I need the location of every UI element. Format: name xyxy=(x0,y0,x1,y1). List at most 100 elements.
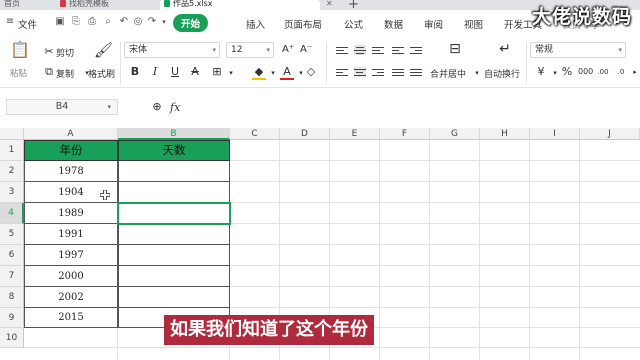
zoom-lookup-icon[interactable]: ⊕ xyxy=(150,101,164,113)
hamburger-icon[interactable]: ≡ xyxy=(4,16,16,28)
year-cell[interactable]: 2015 xyxy=(24,308,118,328)
year-cell[interactable]: 1997 xyxy=(24,245,118,266)
column-header[interactable]: B xyxy=(118,128,230,140)
bold-icon[interactable]: B xyxy=(128,66,142,78)
cell-B1-header-days[interactable]: 天数 xyxy=(118,140,230,161)
select-all-corner[interactable] xyxy=(0,128,24,140)
redo-icon[interactable]: ↷ xyxy=(146,16,158,28)
row-header[interactable]: 6 xyxy=(0,245,24,266)
column-header[interactable]: F xyxy=(380,128,430,140)
indent-increase-icon[interactable] xyxy=(410,45,423,55)
currency-icon[interactable]: ¥ xyxy=(534,66,548,78)
export-icon[interactable]: ⎘ xyxy=(70,16,82,28)
menu-file[interactable]: 文件 xyxy=(18,17,37,31)
borders-icon[interactable]: ⊞ xyxy=(210,66,224,78)
row-header[interactable]: 10 xyxy=(0,328,24,348)
align-middle-icon[interactable] xyxy=(354,45,366,55)
decrease-font-icon[interactable]: A⁻ xyxy=(298,44,314,56)
distributed-icon[interactable] xyxy=(410,67,422,77)
preview-icon[interactable]: ⌕ xyxy=(102,16,114,28)
font-size-select[interactable]: 12 ▾ xyxy=(226,42,274,58)
table-cell[interactable] xyxy=(118,266,230,287)
year-cell[interactable]: 1989 xyxy=(24,203,118,224)
tab-workbook[interactable]: 作品5.xlsx xyxy=(160,0,320,10)
format-painter-button[interactable]: 格式刷 xyxy=(88,67,115,80)
row-header[interactable]: 4 xyxy=(0,203,24,224)
table-cell[interactable] xyxy=(118,245,230,266)
fill-color-icon[interactable]: ◆ xyxy=(252,66,266,80)
decrease-decimal-icon[interactable]: .0 xyxy=(614,66,628,78)
formula-input[interactable] xyxy=(190,98,634,116)
format-painter-icon[interactable]: 🖌 xyxy=(94,43,113,58)
undo-icon[interactable]: ↶ xyxy=(118,16,130,28)
underline-icon[interactable]: U xyxy=(168,66,182,78)
column-header[interactable]: H xyxy=(480,128,530,140)
tab-home[interactable]: 首页 xyxy=(0,0,52,10)
merge-center-button[interactable]: 合并居中 xyxy=(430,67,466,80)
indent-decrease-icon[interactable] xyxy=(392,45,404,55)
name-box[interactable]: B4 ▾ xyxy=(6,99,118,115)
year-cell[interactable]: 2000 xyxy=(24,266,118,287)
column-header[interactable]: C xyxy=(230,128,280,140)
menu-view[interactable]: 视图 xyxy=(464,17,483,31)
column-header[interactable]: D xyxy=(280,128,330,140)
column-header[interactable]: J xyxy=(580,128,640,140)
paste-icon[interactable]: 📋 xyxy=(10,42,30,58)
year-cell[interactable]: 1978 xyxy=(24,161,118,182)
font-color-icon[interactable]: A xyxy=(280,66,294,80)
camera-icon[interactable]: ◎ xyxy=(132,16,144,28)
year-cell[interactable]: 2002 xyxy=(24,287,118,308)
thousands-icon[interactable]: 000 xyxy=(578,66,593,78)
menu-insert[interactable]: 插入 xyxy=(246,17,265,31)
align-bottom-icon[interactable] xyxy=(372,45,384,55)
year-cell[interactable]: 1991 xyxy=(24,224,118,245)
align-center-icon[interactable] xyxy=(354,67,366,77)
close-tab-icon[interactable]: ✕ xyxy=(326,0,333,8)
align-right-icon[interactable] xyxy=(372,67,385,77)
row-header[interactable]: 1 xyxy=(0,140,24,161)
row-header[interactable]: 9 xyxy=(0,308,24,328)
row-header[interactable]: 5 xyxy=(0,224,24,245)
menu-home[interactable]: 开始 xyxy=(173,14,209,32)
table-cell[interactable] xyxy=(118,161,230,182)
italic-icon[interactable]: I xyxy=(148,66,162,78)
cell-A1-header-year[interactable]: 年份 xyxy=(24,140,118,161)
column-header[interactable]: G xyxy=(430,128,480,140)
table-cell[interactable] xyxy=(118,287,230,308)
more-icon[interactable]: ▸ xyxy=(628,66,640,78)
strikethrough-icon[interactable]: A xyxy=(188,66,202,78)
increase-font-icon[interactable]: A⁺ xyxy=(280,44,296,56)
row-header[interactable]: 8 xyxy=(0,287,24,308)
copy-button[interactable]: 复制 xyxy=(56,67,74,80)
align-top-icon[interactable] xyxy=(336,45,348,55)
menu-data[interactable]: 数据 xyxy=(384,17,403,31)
merge-center-icon[interactable]: ⊟ xyxy=(446,42,464,56)
paste-button[interactable]: 粘贴 xyxy=(10,67,27,79)
increase-decimal-icon[interactable]: .00 xyxy=(596,66,610,78)
font-name-select[interactable]: 宋体 ▾ xyxy=(124,42,220,58)
chevron-down-icon[interactable]: ▾ xyxy=(224,67,238,79)
menu-page-layout[interactable]: 页面布局 xyxy=(284,17,322,31)
insert-function-button[interactable]: fx xyxy=(170,101,180,114)
menu-formulas[interactable]: 公式 xyxy=(344,17,363,31)
tab-templates[interactable]: 找稻壳模板 xyxy=(56,0,156,10)
chevron-down-icon[interactable]: ▾ xyxy=(470,67,484,79)
clear-format-icon[interactable]: ◇ xyxy=(304,66,318,78)
column-header[interactable]: E xyxy=(330,128,380,140)
number-format-select[interactable]: 常规 ▾ xyxy=(530,42,626,58)
percent-icon[interactable]: % xyxy=(560,66,574,78)
wrap-text-icon[interactable]: ↵ xyxy=(496,42,514,56)
table-cell[interactable] xyxy=(118,224,230,245)
row-header[interactable]: 3 xyxy=(0,182,24,203)
chevron-down-icon[interactable]: ▾ xyxy=(266,67,280,79)
table-cell[interactable] xyxy=(118,182,230,203)
justify-icon[interactable] xyxy=(392,67,404,77)
column-header[interactable]: I xyxy=(530,128,580,140)
cut-button[interactable]: 剪切 xyxy=(56,46,74,59)
print-icon[interactable]: ⎙ xyxy=(86,16,98,28)
wrap-text-button[interactable]: 自动换行 xyxy=(484,67,520,80)
row-header[interactable]: 2 xyxy=(0,161,24,182)
row-header[interactable]: 7 xyxy=(0,266,24,287)
menu-review[interactable]: 审阅 xyxy=(424,17,443,31)
align-left-icon[interactable] xyxy=(336,67,348,77)
